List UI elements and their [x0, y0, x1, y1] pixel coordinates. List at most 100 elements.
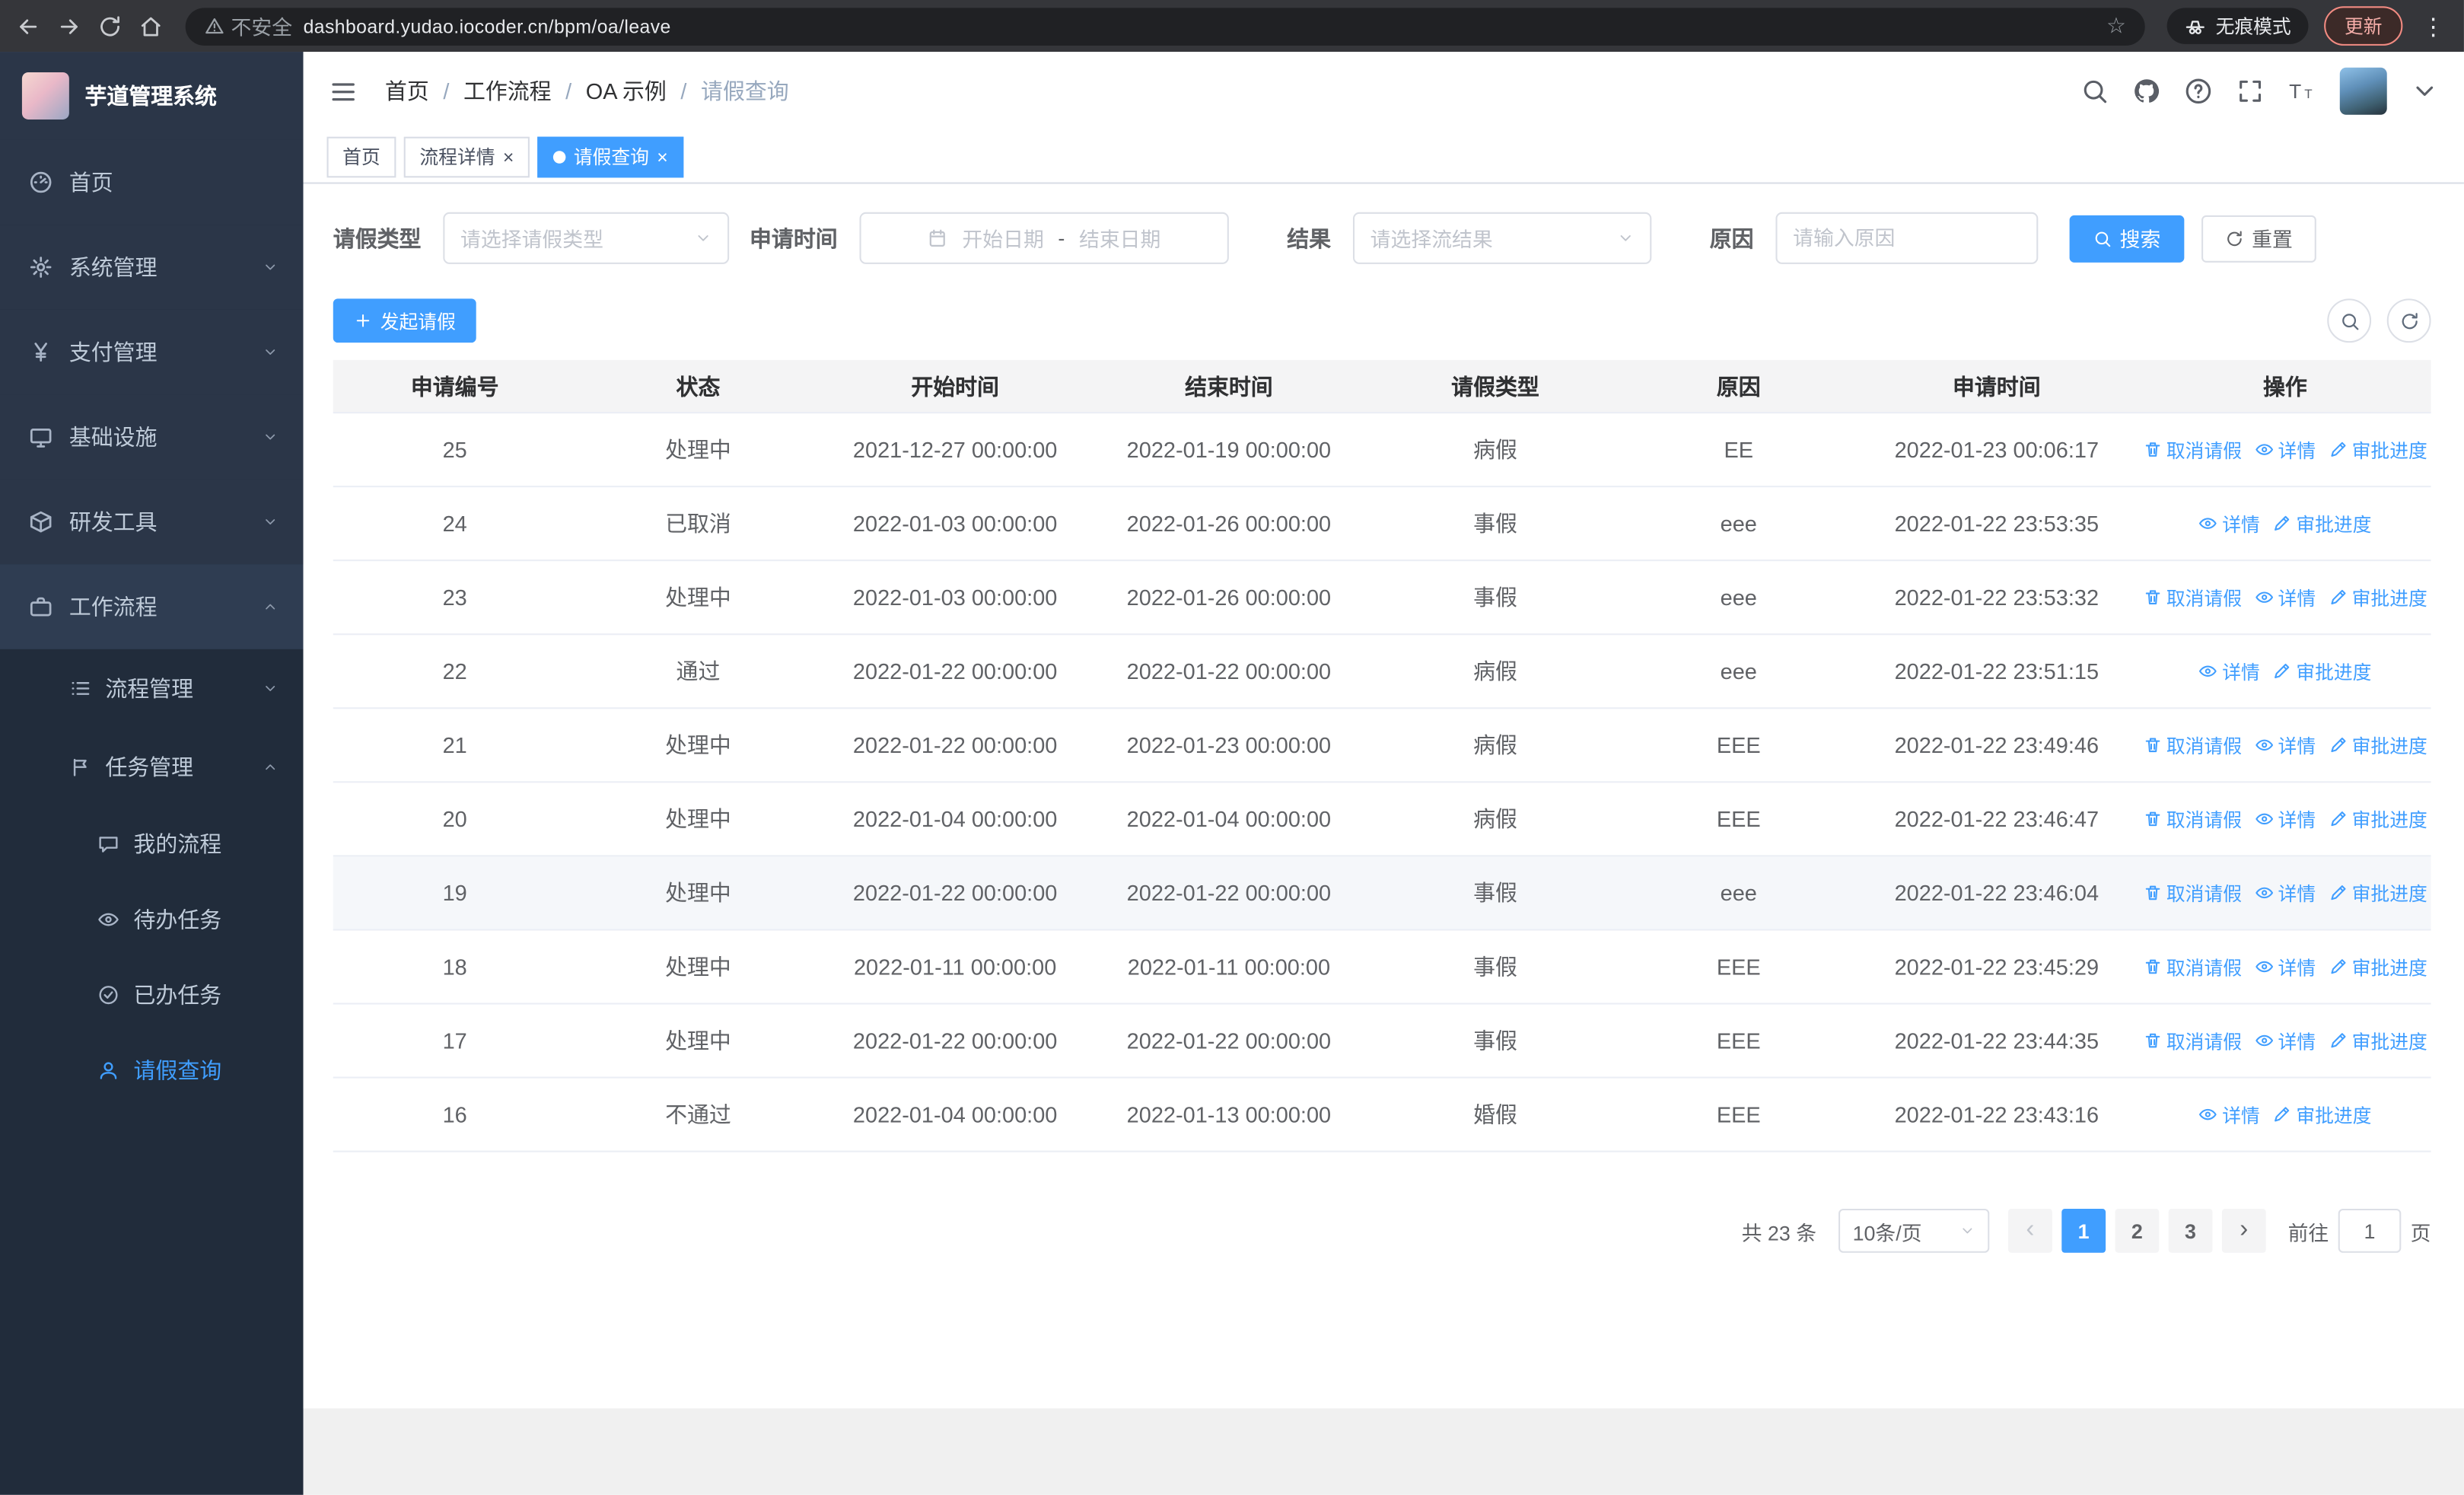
approval-progress-link[interactable]: 审批进度: [2329, 1027, 2427, 1054]
hamburger-icon[interactable]: [329, 76, 358, 106]
sidebar-item-task-mgmt[interactable]: 任务管理: [0, 728, 304, 806]
cancel-leave-link[interactable]: 取消请假: [2143, 805, 2242, 832]
edit-pen-icon: [2329, 588, 2348, 607]
page-button-1[interactable]: 1: [2061, 1208, 2106, 1253]
cell-start-time: 2022-01-03 00:00:00: [852, 585, 1058, 610]
cancel-leave-link[interactable]: 取消请假: [2143, 953, 2242, 980]
goto-page-input[interactable]: [2338, 1208, 2402, 1253]
browser-forward-icon[interactable]: [56, 14, 81, 39]
detail-link[interactable]: 详情: [2255, 732, 2316, 758]
reset-button[interactable]: 重置: [2201, 214, 2316, 262]
help-icon[interactable]: [2184, 77, 2212, 105]
sidebar-item-leave-query[interactable]: 请假查询: [0, 1033, 304, 1108]
approval-progress-link[interactable]: 审批进度: [2329, 436, 2427, 463]
page-size-select[interactable]: 10条/页: [1838, 1208, 1990, 1253]
eye-icon: [2255, 809, 2274, 828]
result-select[interactable]: 请选择流结果: [1352, 212, 1652, 264]
detail-link[interactable]: 详情: [2255, 1027, 2316, 1054]
apply-time-range-picker[interactable]: 开始日期 - 结束日期: [859, 212, 1229, 264]
detail-link[interactable]: 详情: [2198, 1101, 2260, 1128]
detail-link[interactable]: 详情: [2255, 805, 2316, 832]
breadcrumb-home[interactable]: 首页: [385, 75, 429, 107]
next-page-button[interactable]: ›: [2221, 1208, 2266, 1253]
tab-leave-query[interactable]: 请假查询 ×: [537, 135, 684, 177]
cell-apply-time: 2022-01-22 23:45:29: [1894, 954, 2099, 980]
tab-process-detail[interactable]: 流程详情 ×: [403, 135, 530, 177]
close-icon[interactable]: ×: [657, 147, 667, 166]
approval-progress-link[interactable]: 审批进度: [2329, 584, 2427, 610]
detail-link[interactable]: 详情: [2198, 510, 2260, 537]
table-row: 21 处理中 2022-01-22 00:00:00 2022-01-23 00…: [333, 709, 2431, 783]
cancel-leave-link[interactable]: 取消请假: [2143, 1027, 2242, 1054]
sidebar-item-process-mgmt[interactable]: 流程管理: [0, 649, 304, 728]
tab-label: 流程详情: [419, 146, 495, 168]
security-warning[interactable]: 不安全: [204, 11, 292, 40]
breadcrumb-workflow[interactable]: 工作流程: [463, 75, 552, 107]
address-bar[interactable]: 不安全 dashboard.yudao.iocoder.cn/bpm/oa/le…: [185, 7, 2145, 45]
refresh-table-button[interactable]: [2386, 298, 2431, 343]
approval-progress-link[interactable]: 审批进度: [2272, 510, 2371, 537]
detail-link[interactable]: 详情: [2255, 436, 2316, 463]
close-icon[interactable]: ×: [503, 147, 514, 166]
cell-end-time: 2022-01-26 00:00:00: [1126, 585, 1332, 610]
github-icon[interactable]: [2132, 77, 2160, 105]
action-label: 审批进度: [2351, 882, 2427, 905]
cancel-leave-link[interactable]: 取消请假: [2143, 732, 2242, 758]
browser-back-icon[interactable]: [16, 14, 41, 39]
chevron-up-icon: [263, 599, 279, 615]
reason-input[interactable]: [1775, 212, 2039, 264]
leave-type-select[interactable]: 请选择请假类型: [443, 212, 730, 264]
bookmark-star-icon[interactable]: ☆: [2106, 13, 2126, 40]
browser-menu-icon[interactable]: ⋮: [2418, 11, 2448, 40]
browser-update-button[interactable]: 更新: [2324, 6, 2403, 46]
approval-progress-link[interactable]: 审批进度: [2329, 732, 2427, 758]
eye-icon: [2255, 588, 2274, 607]
user-avatar[interactable]: [2339, 67, 2387, 115]
action-label: 审批进度: [2351, 587, 2427, 610]
tab-home[interactable]: 首页: [326, 135, 396, 177]
detail-link[interactable]: 详情: [2198, 658, 2260, 684]
breadcrumb-oa-example[interactable]: OA 示例: [586, 75, 667, 107]
sidebar-item-todo-tasks[interactable]: 待办任务: [0, 881, 304, 957]
create-leave-button[interactable]: 发起请假: [333, 298, 476, 343]
goto-label: 前往: [2287, 1220, 2329, 1245]
chevron-down-icon: [1959, 1223, 1975, 1239]
detail-link[interactable]: 详情: [2255, 879, 2316, 906]
sidebar-item-workflow[interactable]: 工作流程: [0, 564, 304, 649]
sidebar-item-home[interactable]: 首页: [0, 139, 304, 225]
chevron-down-icon: [263, 514, 279, 530]
cancel-leave-link[interactable]: 取消请假: [2143, 584, 2242, 610]
search-button[interactable]: 搜索: [2069, 214, 2185, 262]
cell-end-time: 2022-01-22 00:00:00: [1126, 1028, 1332, 1054]
search-icon[interactable]: [2080, 77, 2109, 105]
sidebar-item-done-tasks[interactable]: 已办任务: [0, 958, 304, 1033]
approval-progress-link[interactable]: 审批进度: [2272, 1101, 2371, 1128]
browser-refresh-icon[interactable]: [97, 14, 123, 39]
cancel-leave-link[interactable]: 取消请假: [2143, 436, 2242, 463]
prev-page-button[interactable]: ‹: [2008, 1208, 2052, 1253]
approval-progress-link[interactable]: 审批进度: [2329, 953, 2427, 980]
eye-icon: [2255, 884, 2274, 903]
browser-home-icon[interactable]: [138, 14, 164, 39]
detail-link[interactable]: 详情: [2255, 953, 2316, 980]
cell-reason: eee: [1720, 880, 1757, 906]
sidebar-item-my-process[interactable]: 我的流程: [0, 806, 304, 881]
sidebar-item-devtools[interactable]: 研发工具: [0, 479, 304, 565]
page-button-2[interactable]: 2: [2115, 1208, 2160, 1253]
user-icon: [97, 1060, 119, 1082]
approval-progress-link[interactable]: 审批进度: [2272, 658, 2371, 684]
detail-link[interactable]: 详情: [2255, 584, 2316, 610]
page-button-3[interactable]: 3: [2168, 1208, 2213, 1253]
approval-progress-link[interactable]: 审批进度: [2329, 879, 2427, 906]
toggle-search-button[interactable]: [2327, 298, 2372, 343]
approval-progress-link[interactable]: 审批进度: [2329, 805, 2427, 832]
page-size-value: 10条/页: [1852, 1220, 1922, 1245]
caret-down-icon[interactable]: [2411, 77, 2439, 105]
sidebar-item-payment[interactable]: 支付管理: [0, 309, 304, 395]
sidebar-item-system[interactable]: 系统管理: [0, 225, 304, 310]
sidebar-item-infra[interactable]: 基础设施: [0, 394, 304, 480]
cancel-leave-link[interactable]: 取消请假: [2143, 879, 2242, 906]
font-size-icon[interactable]: TT: [2288, 77, 2316, 105]
sidebar-item-label: 请假查询: [133, 1057, 222, 1083]
fullscreen-icon[interactable]: [2236, 77, 2264, 105]
